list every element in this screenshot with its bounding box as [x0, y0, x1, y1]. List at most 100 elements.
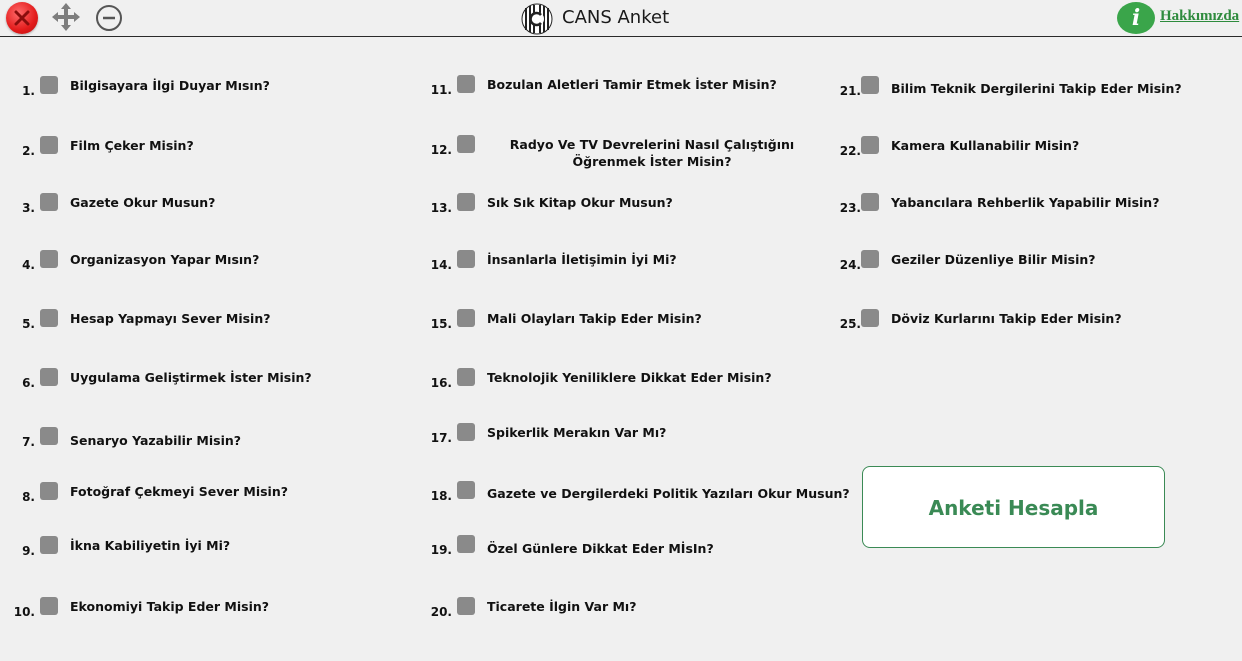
question-item: 9. İkna Kabiliyetin İyi Mi?	[0, 536, 230, 558]
question-item: 18. Gazete ve Dergilerdeki Politik Yazıl…	[412, 481, 850, 503]
question-text: Hesap Yapmayı Sever Misin?	[70, 311, 271, 326]
question-item: 2. Film Çeker Misin?	[0, 136, 194, 158]
question-item: 17. Spikerlik Merakın Var Mı?	[412, 423, 666, 445]
question-text: Döviz Kurlarını Takip Eder Misin?	[891, 311, 1122, 326]
question-item: 14. İnsanlarla İletişimin İyi Mi?	[412, 250, 677, 272]
question-checkbox[interactable]	[457, 193, 475, 211]
question-checkbox[interactable]	[40, 482, 58, 500]
question-number: 25.	[839, 317, 861, 331]
question-text: Ticarete İlgin Var Mı?	[487, 599, 637, 614]
question-text: Sık Sık Kitap Okur Musun?	[487, 195, 673, 210]
question-text: Yabancılara Rehberlik Yapabilir Misin?	[891, 195, 1160, 210]
question-number: 13.	[430, 201, 452, 215]
question-item: 7. Senaryo Yazabilir Misin?	[0, 427, 241, 449]
question-text: Senaryo Yazabilir Misin?	[70, 433, 242, 448]
question-item: 23. Yabancılara Rehberlik Yapabilir Misi…	[821, 193, 1159, 215]
minimize-icon[interactable]	[95, 4, 123, 32]
question-checkbox[interactable]	[40, 597, 58, 615]
move-icon[interactable]	[50, 1, 82, 33]
question-text: Radyo Ve TV Devrelerini Nasıl Çalıştığın…	[509, 137, 795, 169]
question-number: 8.	[22, 490, 35, 504]
question-checkbox[interactable]	[40, 136, 58, 154]
question-item: 13. Sık Sık Kitap Okur Musun?	[412, 193, 673, 215]
question-number: 23.	[839, 201, 861, 215]
question-checkbox[interactable]	[457, 309, 475, 327]
question-number: 12.	[430, 143, 452, 157]
question-checkbox[interactable]	[457, 368, 475, 386]
question-item: 15. Mali Olayları Takip Eder Misin?	[412, 309, 702, 331]
question-text: Uygulama Geliştirmek İster Misin?	[70, 370, 312, 385]
question-number: 19.	[430, 543, 452, 557]
question-text: Kamera Kullanabilir Misin?	[891, 138, 1080, 153]
question-checkbox[interactable]	[457, 535, 475, 553]
question-number: 4.	[22, 258, 35, 272]
question-checkbox[interactable]	[861, 76, 879, 94]
question-checkbox[interactable]	[861, 193, 879, 211]
question-checkbox[interactable]	[457, 423, 475, 441]
question-checkbox[interactable]	[861, 136, 879, 154]
question-item: 6. Uygulama Geliştirmek İster Misin?	[0, 368, 312, 390]
question-number: 20.	[430, 605, 452, 619]
question-checkbox[interactable]	[40, 309, 58, 327]
question-item: 5. Hesap Yapmayı Sever Misin?	[0, 309, 270, 331]
question-checkbox[interactable]	[457, 135, 475, 153]
question-number: 5.	[22, 317, 35, 331]
question-number: 6.	[22, 376, 35, 390]
question-text: Fotoğraf Çekmeyi Sever Misin?	[70, 484, 288, 499]
question-item: 20. Ticarete İlgin Var Mı?	[412, 597, 636, 619]
close-icon[interactable]	[6, 2, 38, 34]
question-number: 22.	[839, 144, 861, 158]
question-checkbox[interactable]	[457, 75, 475, 93]
calculate-survey-button[interactable]: Anketi Hesapla	[862, 466, 1165, 548]
question-checkbox[interactable]	[40, 368, 58, 386]
question-number: 14.	[430, 258, 452, 272]
question-text: İnsanlarla İletişimin İyi Mi?	[487, 252, 677, 267]
question-checkbox[interactable]	[40, 193, 58, 211]
question-checkbox[interactable]	[457, 481, 475, 499]
question-number: 16.	[430, 376, 452, 390]
info-icon[interactable]: i	[1117, 2, 1155, 34]
question-text: Gazete ve Dergilerdeki Politik Yazıları …	[487, 486, 850, 501]
question-number: 24.	[839, 258, 861, 272]
title-bar: CANS Anket i Hakkımızda	[0, 0, 1242, 37]
question-text: Film Çeker Misin?	[70, 138, 194, 153]
question-number: 15.	[430, 317, 452, 331]
question-number: 11.	[430, 83, 452, 97]
question-checkbox[interactable]	[40, 250, 58, 268]
question-text: Mali Olayları Takip Eder Misin?	[487, 311, 702, 326]
question-checkbox[interactable]	[457, 597, 475, 615]
question-checkbox[interactable]	[40, 427, 58, 445]
question-number: 7.	[22, 435, 35, 449]
question-number: 17.	[430, 431, 452, 445]
question-text: Spikerlik Merakın Var Mı?	[487, 425, 667, 440]
question-checkbox[interactable]	[40, 536, 58, 554]
question-text: Özel Günlere Dikkat Eder MİsIn?	[487, 541, 714, 556]
app-title: CANS Anket	[562, 7, 670, 28]
question-checkbox[interactable]	[861, 250, 879, 268]
question-text: Teknolojik Yeniliklere Dikkat Eder Misin…	[487, 370, 772, 385]
question-number: 9.	[22, 544, 35, 558]
question-checkbox[interactable]	[457, 250, 475, 268]
app-logo-icon	[521, 3, 553, 35]
question-text: Organizasyon Yapar Mısın?	[70, 252, 260, 267]
question-text: İkna Kabiliyetin İyi Mi?	[70, 538, 231, 553]
question-item: 3. Gazete Okur Musun?	[0, 193, 215, 215]
question-text: Geziler Düzenliye Bilir Misin?	[891, 252, 1096, 267]
question-text: Bozulan Aletleri Tamir Etmek İster Misin…	[487, 77, 777, 92]
question-number: 2.	[22, 144, 35, 158]
about-link[interactable]: Hakkımızda	[1160, 8, 1239, 25]
question-checkbox[interactable]	[40, 76, 58, 94]
question-number: 3.	[22, 201, 35, 215]
question-item: 10. Ekonomiyi Takip Eder Misin?	[0, 597, 269, 619]
question-checkbox[interactable]	[861, 309, 879, 327]
question-item: 12. Radyo Ve TV Devrelerini Nasıl Çalışt…	[412, 135, 817, 170]
question-item: 4. Organizasyon Yapar Mısın?	[0, 250, 259, 272]
question-text: Bilim Teknik Dergilerini Takip Eder Misi…	[891, 81, 1182, 96]
question-number: 1.	[22, 84, 35, 98]
question-item: 16. Teknolojik Yeniliklere Dikkat Eder M…	[412, 368, 772, 390]
question-item: 21. Bilim Teknik Dergilerini Takip Eder …	[821, 76, 1182, 98]
question-number: 10.	[13, 605, 35, 619]
question-item: 8. Fotoğraf Çekmeyi Sever Misin?	[0, 482, 288, 504]
question-item: 11. Bozulan Aletleri Tamir Etmek İster M…	[412, 75, 777, 97]
question-text: Ekonomiyi Takip Eder Misin?	[70, 599, 270, 614]
